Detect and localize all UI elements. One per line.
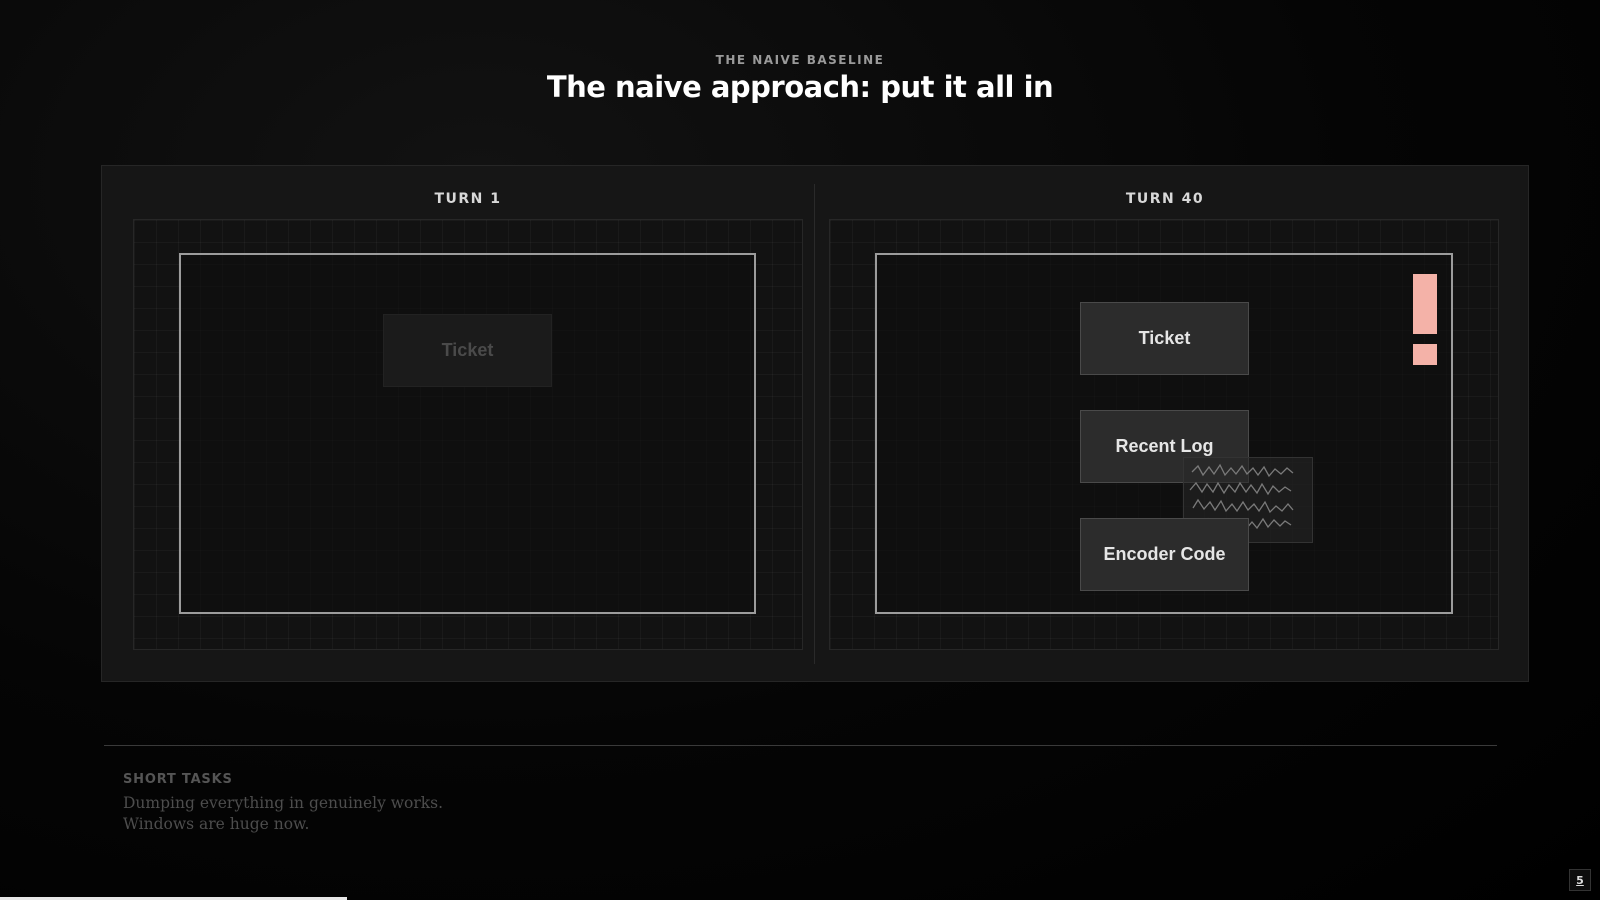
- page-number[interactable]: 5: [1569, 869, 1591, 891]
- block-encoder-code: Encoder Code: [1080, 518, 1249, 591]
- grid-turn-1: Ticket: [133, 219, 803, 650]
- exclamation-dot: [1413, 344, 1437, 365]
- block-ticket-turn-40: Ticket: [1080, 302, 1249, 375]
- panel-divider: [814, 184, 815, 664]
- eyebrow-label: THE NAIVE BASELINE: [715, 53, 885, 67]
- footnote-body: Dumping everything in genuinely works. W…: [123, 793, 543, 835]
- panel-label-turn-40: TURN 40: [1125, 191, 1205, 207]
- context-window-turn-40: Ticket Recent Log Encoder Code: [875, 253, 1453, 614]
- block-ticket-turn-1: Ticket: [383, 314, 552, 387]
- comparison-stage: TURN 1 Ticket TURN 40 Ticket Recent Log: [101, 165, 1529, 682]
- footnote-divider: [104, 745, 1497, 746]
- footnote-line-1: Dumping everything in genuinely works.: [123, 794, 444, 812]
- footnote-line-2: Windows are huge now.: [123, 815, 310, 833]
- context-window-turn-1: Ticket: [179, 253, 756, 614]
- grid-turn-40: Ticket Recent Log Encoder Code: [829, 219, 1499, 650]
- footnote-heading: SHORT TASKS: [123, 772, 233, 787]
- panel-label-turn-1: TURN 1: [434, 191, 502, 207]
- exclamation-icon: [1413, 274, 1437, 334]
- page-title: The naive approach: put it all in: [546, 70, 1054, 104]
